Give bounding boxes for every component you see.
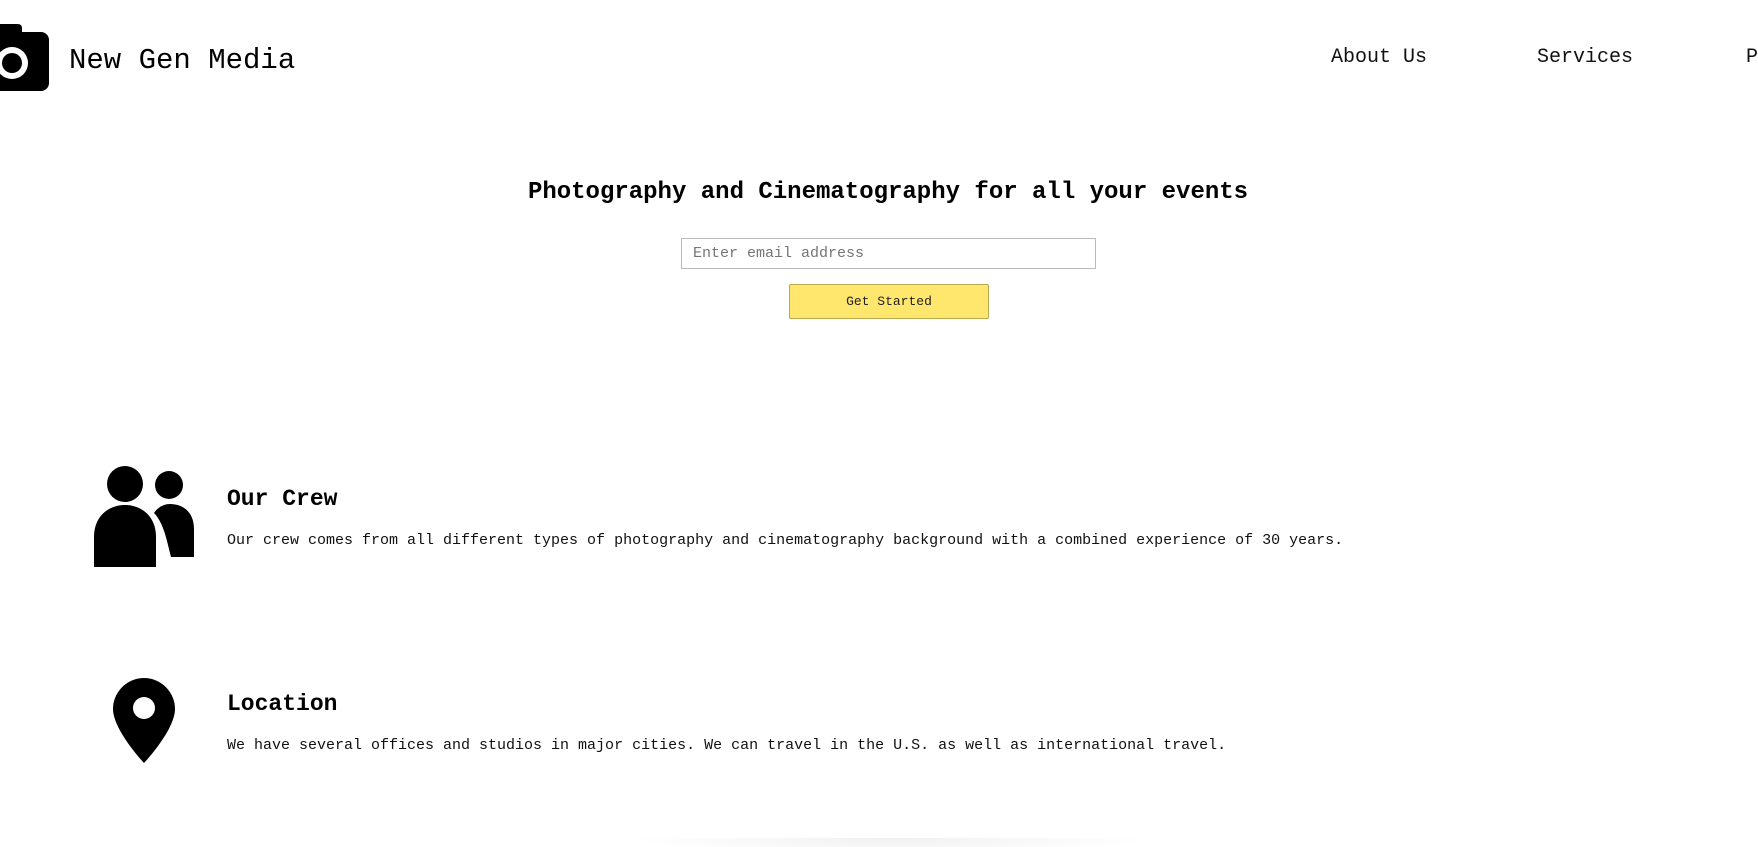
page: New Gen Media About Us Services P Photog… — [0, 0, 1758, 847]
email-input[interactable] — [681, 238, 1096, 269]
nav-services[interactable]: Services — [1537, 46, 1633, 70]
map-pin-icon — [113, 678, 175, 763]
location-description: We have several offices and studios in m… — [227, 737, 1227, 754]
nav-item-partial[interactable]: P — [1746, 46, 1758, 70]
users-icon — [94, 466, 194, 567]
get-started-button[interactable]: Get Started — [789, 284, 989, 319]
brand-name[interactable]: New Gen Media — [69, 43, 295, 79]
crew-description: Our crew comes from all different types … — [227, 532, 1344, 549]
crew-title: Our Crew — [227, 486, 338, 512]
hero-title: Photography and Cinematography for all y… — [527, 179, 1249, 206]
camera-icon — [0, 24, 49, 91]
bottom-shadow — [630, 838, 1150, 847]
location-title: Location — [227, 691, 338, 717]
site-header: New Gen Media About Us Services P — [0, 0, 1758, 120]
nav-about-us[interactable]: About Us — [1331, 46, 1427, 70]
